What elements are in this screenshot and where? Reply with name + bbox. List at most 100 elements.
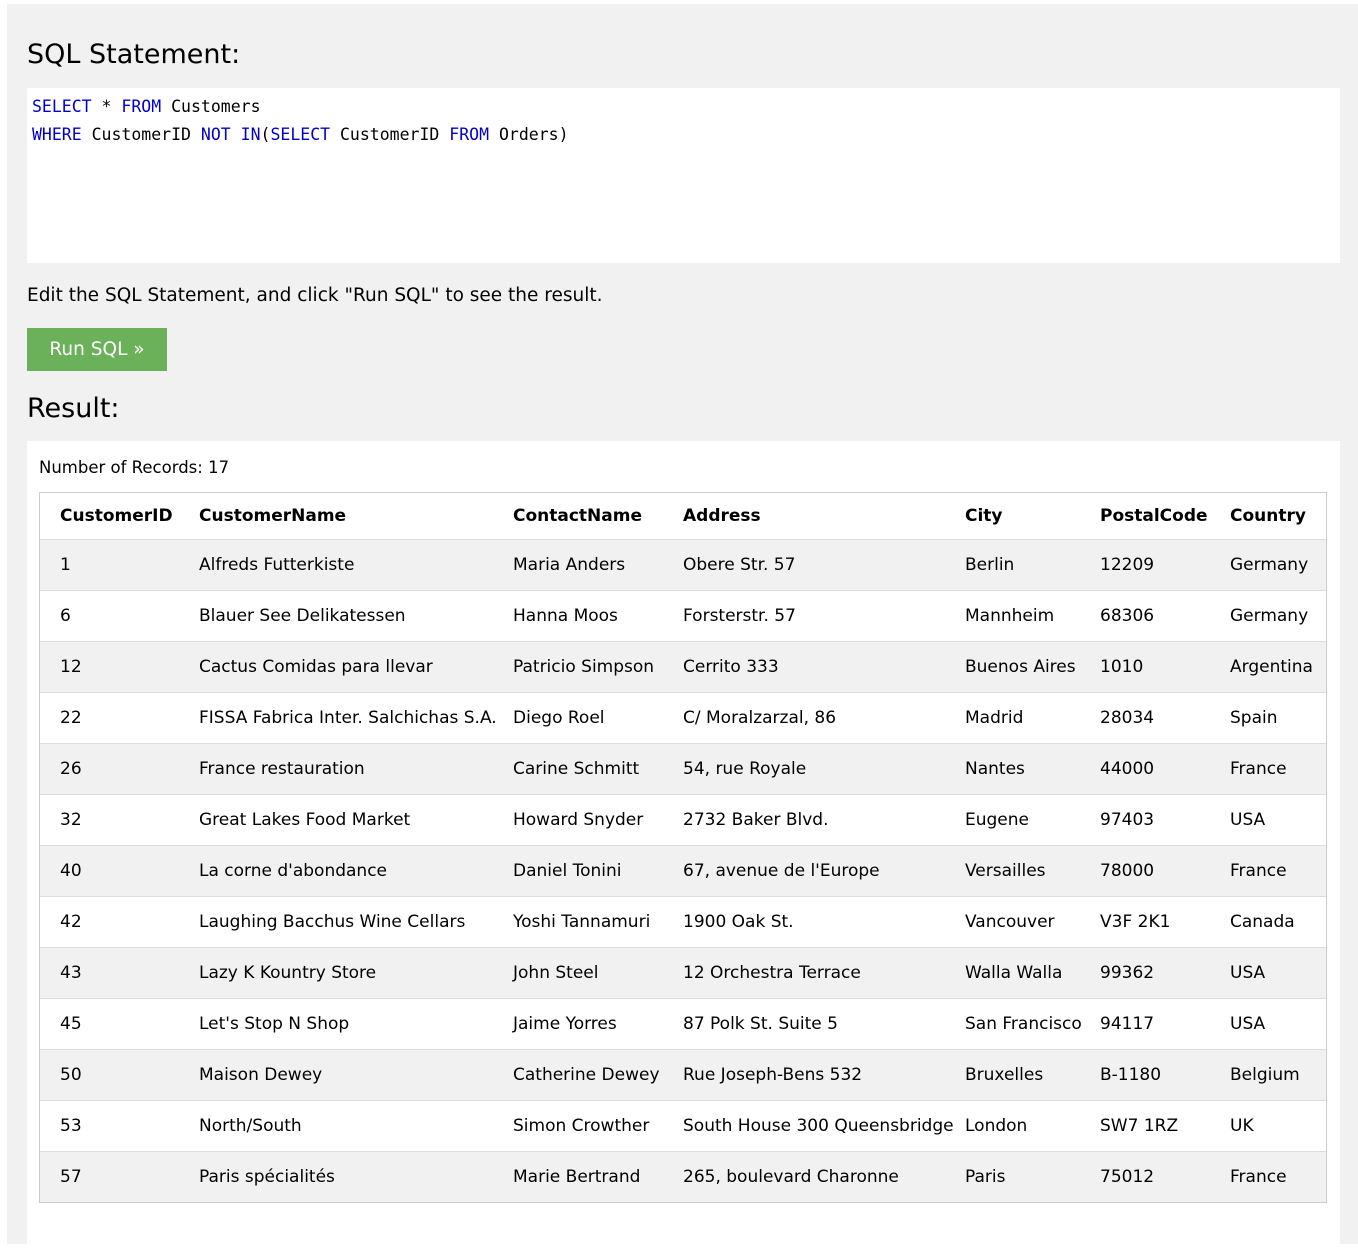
table-cell-contactname: Marie Bertrand (505, 1151, 675, 1202)
column-header-country: Country (1230, 506, 1306, 526)
sql-keyword: IN (240, 125, 261, 144)
table-cell-customerid: 40 (40, 845, 191, 897)
sql-keyword: NOT (200, 125, 231, 144)
table-cell-address: 265, boulevard Charonne (675, 1151, 957, 1202)
column-header-address: Address (683, 506, 761, 526)
table-cell-customername: North/South (191, 1100, 505, 1152)
table-cell-customername: Maison Dewey (191, 1049, 505, 1101)
column-header-city: City (965, 506, 1003, 526)
sql-tryit-panel: SQL Statement: SELECT * FROM Customers WH… (7, 4, 1358, 1251)
table-cell-postalcode: 68306 (1092, 590, 1222, 642)
table-cell-country: France (1222, 743, 1326, 795)
table-cell-contactname: Yoshi Tannamuri (505, 896, 675, 948)
table-row: 50 Maison Dewey Catherine Dewey Rue Joseph-… (40, 1049, 1326, 1101)
table-cell-contactname: Diego Roel (505, 692, 675, 744)
table-cell-city: Madrid (957, 692, 1092, 744)
table-cell-customername: Paris spécialités (191, 1151, 505, 1202)
result-table-container: CustomerID CustomerName ContactName Address… (39, 492, 1327, 1203)
column-header-postalcode: PostalCode (1100, 506, 1208, 526)
sql-editor[interactable]: SELECT * FROM Customers WHERE CustomerID … (27, 88, 1340, 263)
record-count: Number of Records: 17 (39, 458, 230, 477)
sql-statement-heading: SQL Statement: (27, 39, 241, 70)
table-cell-customerid: 45 (40, 998, 191, 1050)
table-cell-customerid: 43 (40, 947, 191, 999)
table-row: 43 Lazy K Kountry Store John Steel 12 Orche… (40, 947, 1326, 999)
table-cell-contactname: Maria Anders (505, 539, 675, 591)
sql-keyword: FROM (449, 125, 490, 144)
table-cell-contactname: Patricio Simpson (505, 641, 675, 693)
table-cell-customername: Cactus Comidas para llevar (191, 641, 505, 693)
table-cell-customername: Laughing Bacchus Wine Cellars (191, 896, 505, 948)
table-cell-address: 54, rue Royale (675, 743, 957, 795)
table-cell-postalcode: 78000 (1092, 845, 1222, 897)
table-cell-contactname: Hanna Moos (505, 590, 675, 642)
table-cell-postalcode: B-1180 (1092, 1049, 1222, 1101)
table-cell-contactname: Carine Schmitt (505, 743, 675, 795)
table-cell-postalcode: 97403 (1092, 794, 1222, 846)
table-cell-postalcode: 1010 (1092, 641, 1222, 693)
table-cell-postalcode: 12209 (1092, 539, 1222, 591)
table-cell-country: USA (1222, 794, 1326, 846)
table-cell-country: Belgium (1222, 1049, 1326, 1101)
table-cell-address: Obere Str. 57 (675, 539, 957, 591)
sql-text: ( (260, 125, 271, 144)
column-header-contactname: ContactName (513, 506, 643, 526)
table-cell-country: USA (1222, 947, 1326, 999)
table-row: 12 Cactus Comidas para llevar Patricio Sim… (40, 641, 1326, 693)
table-cell-contactname: John Steel (505, 947, 675, 999)
table-cell-customername: France restauration (191, 743, 505, 795)
column-header-customerid: CustomerID (60, 506, 173, 526)
table-header-row: CustomerID CustomerName ContactName Address… (40, 493, 1326, 540)
table-cell-country: USA (1222, 998, 1326, 1050)
table-cell-city: Eugene (957, 794, 1092, 846)
table-cell-customername: Let's Stop N Shop (191, 998, 505, 1050)
table-cell-customerid: 57 (40, 1151, 191, 1202)
table-cell-country: Germany (1222, 590, 1326, 642)
table-cell-postalcode: 44000 (1092, 743, 1222, 795)
result-table: CustomerID CustomerName ContactName Address… (40, 493, 1326, 1202)
table-cell-contactname: Catherine Dewey (505, 1049, 675, 1101)
sql-keyword: SELECT (270, 125, 331, 144)
sql-text: Customers (161, 97, 261, 116)
table-row: 26 France restauration Carine Schmitt 54, r… (40, 743, 1326, 795)
table-cell-address: Forsterstr. 57 (675, 590, 957, 642)
table-cell-postalcode: 99362 (1092, 947, 1222, 999)
table-cell-country: France (1222, 845, 1326, 897)
result-heading: Result: (27, 393, 120, 424)
sql-text: CustomerID (81, 125, 201, 144)
table-cell-country: France (1222, 1151, 1326, 1202)
table-cell-country: Spain (1222, 692, 1326, 744)
table-cell-customername: Lazy K Kountry Store (191, 947, 505, 999)
column-header-customername: CustomerName (199, 506, 347, 526)
table-cell-country: Argentina (1222, 641, 1326, 693)
table-cell-address: 12 Orchestra Terrace (675, 947, 957, 999)
table-row: 45 Let's Stop N Shop Jaime Yorres 87 Polk S… (40, 998, 1326, 1050)
sql-keyword: FROM (121, 97, 162, 116)
table-cell-city: Walla Walla (957, 947, 1092, 999)
table-cell-customername: FISSA Fabrica Inter. Salchichas S.A. (191, 692, 505, 744)
table-cell-city: Paris (957, 1151, 1092, 1202)
table-cell-contactname: Jaime Yorres (505, 998, 675, 1050)
table-row: 32 Great Lakes Food Market Howard Snyder 27… (40, 794, 1326, 846)
table-cell-customerid: 50 (40, 1049, 191, 1101)
table-cell-customerid: 6 (40, 590, 191, 642)
table-cell-city: San Francisco (957, 998, 1092, 1050)
table-cell-customerid: 53 (40, 1100, 191, 1152)
result-panel: Number of Records: 17 CustomerID Customer… (27, 441, 1340, 1251)
table-row: 57 Paris spécialités Marie Bertrand 265, bo… (40, 1151, 1326, 1202)
table-cell-customername: Alfreds Futterkiste (191, 539, 505, 591)
table-cell-postalcode: 28034 (1092, 692, 1222, 744)
table-cell-city: Nantes (957, 743, 1092, 795)
sql-keyword: WHERE (32, 125, 82, 144)
sql-hint-text: Edit the SQL Statement, and click "Run S… (27, 285, 603, 306)
table-cell-country: UK (1222, 1100, 1326, 1152)
run-sql-button[interactable]: Run SQL » (27, 328, 167, 371)
table-row: 1 Alfreds Futterkiste Maria Anders Obere St… (40, 539, 1326, 591)
table-cell-customerid: 26 (40, 743, 191, 795)
table-row: 6 Blauer See Delikatessen Hanna Moos Forste… (40, 590, 1326, 642)
table-cell-address: Cerrito 333 (675, 641, 957, 693)
sql-line: WHERE CustomerID NOT IN(SELECT CustomerI… (32, 121, 1340, 149)
table-cell-customerid: 22 (40, 692, 191, 744)
sql-line: SELECT * FROM Customers (32, 93, 1340, 121)
